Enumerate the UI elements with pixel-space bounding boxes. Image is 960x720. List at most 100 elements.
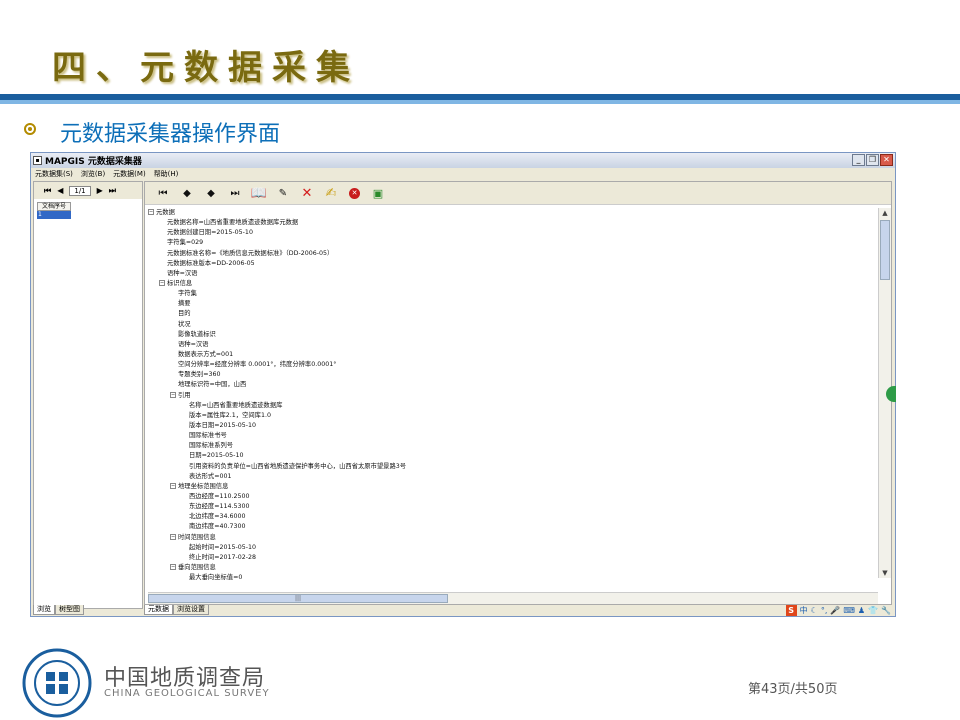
mic-icon[interactable]: 🎤 bbox=[830, 606, 840, 615]
tree-node[interactable]: 名称=山西省重要地质遗迹数据库 bbox=[148, 401, 876, 411]
tree-node[interactable]: − 时间范围信息 bbox=[148, 533, 876, 543]
tree-node[interactable]: 元数据创建日期=2015-05-10 bbox=[148, 228, 876, 238]
open-book-icon[interactable]: 📖 bbox=[249, 184, 269, 202]
tree-node-label: 地理坐标范围信息 bbox=[178, 482, 229, 490]
sogou-icon[interactable]: S bbox=[785, 605, 797, 616]
keyboard-icon[interactable]: ⌨ bbox=[843, 606, 855, 615]
collapse-icon[interactable]: − bbox=[170, 482, 176, 489]
tree-node-label: 终止时间=2017-02-28 bbox=[189, 553, 257, 561]
app-icon[interactable]: ▪ bbox=[33, 156, 42, 165]
tree-node[interactable]: 北边纬度=34.6000 bbox=[148, 512, 876, 522]
tree-node[interactable]: 国际标准系列号 bbox=[148, 441, 876, 451]
collapse-icon[interactable]: − bbox=[170, 563, 176, 570]
tree-node-label: 状况 bbox=[178, 320, 191, 328]
tree-node-label: 版本日期=2015-05-10 bbox=[189, 421, 257, 429]
restore-button[interactable]: ❐ bbox=[866, 154, 879, 166]
tree-node[interactable]: 南边纬度=40.7300 bbox=[148, 522, 876, 532]
collapse-icon[interactable]: − bbox=[170, 533, 176, 540]
punct-icon[interactable]: °, bbox=[821, 606, 828, 615]
tree-node[interactable]: 国际标准书号 bbox=[148, 431, 876, 441]
last-icon[interactable]: ⏭ bbox=[225, 184, 245, 202]
tree-node[interactable]: 最大垂向坐标值=0 bbox=[148, 573, 876, 582]
tree-node[interactable]: 专题类别=360 bbox=[148, 370, 876, 380]
shirt-icon[interactable]: 👕 bbox=[868, 606, 878, 615]
tree-node-label: 东边经度=114.5300 bbox=[189, 503, 250, 511]
collapse-icon[interactable]: − bbox=[170, 391, 176, 398]
tab-browse-settings[interactable]: 浏览设置 bbox=[173, 605, 209, 615]
next-page-icon[interactable]: ▶ bbox=[97, 186, 103, 195]
side-widget-icon[interactable] bbox=[886, 386, 896, 402]
delete-icon[interactable]: ✕ bbox=[297, 184, 317, 202]
scroll-down-icon[interactable]: ▼ bbox=[879, 568, 891, 578]
menu-item-help[interactable]: 帮助(H) bbox=[154, 169, 179, 179]
tree-node[interactable]: 版本日期=2015-05-10 bbox=[148, 421, 876, 431]
collapse-icon[interactable]: − bbox=[159, 279, 165, 286]
menu-item-browse[interactable]: 浏览(B) bbox=[81, 169, 105, 179]
close-button[interactable]: ✕ bbox=[880, 154, 893, 166]
list-item[interactable]: 1 bbox=[37, 211, 71, 219]
menu-item-dataset[interactable]: 元数据集(S) bbox=[35, 169, 73, 179]
metadata-panel: ⏮ ◆ ◆ ⏭ 📖 ✎ ✕ ✍ ✕ ▣ − 元数据 元数据名称=山西省重要地质遗迹数… bbox=[144, 181, 892, 605]
tree-node[interactable]: 元数据标准名称=《地质信息元数据标准》（DD-2006-05） bbox=[148, 249, 876, 259]
column-header[interactable]: 文档序号 bbox=[37, 202, 71, 211]
tree-node-label: 摘要 bbox=[178, 300, 191, 308]
tree-node[interactable]: − 元数据 bbox=[148, 208, 876, 218]
tree-node[interactable]: 字符集 bbox=[148, 289, 876, 299]
page-indicator[interactable]: 1/1 bbox=[69, 185, 91, 196]
minimize-button[interactable]: _ bbox=[852, 154, 865, 166]
tree-node[interactable]: − 标识信息 bbox=[148, 279, 876, 289]
next-icon[interactable]: ◆ bbox=[201, 184, 221, 202]
write-icon[interactable]: ✍ bbox=[321, 184, 341, 202]
menu-item-metadata[interactable]: 元数据(M) bbox=[113, 169, 146, 179]
tree-node-label: 元数据标准版本=DD-2006-05 bbox=[167, 259, 255, 267]
user-icon[interactable]: ♟ bbox=[858, 606, 865, 615]
scroll-up-icon[interactable]: ▲ bbox=[879, 208, 891, 218]
tree-node-label: 专题类别=360 bbox=[178, 371, 221, 379]
tree-node[interactable]: 状况 bbox=[148, 320, 876, 330]
last-page-icon[interactable]: ⏭ bbox=[109, 186, 116, 196]
metadata-tree: − 元数据 元数据名称=山西省重要地质遗迹数据库元数据 元数据创建日期=2015-05… bbox=[148, 208, 876, 582]
tree-node[interactable]: 西边经度=110.2500 bbox=[148, 492, 876, 502]
tree-node[interactable]: 字符集=029 bbox=[148, 238, 876, 248]
tree-node[interactable]: − 地理坐标范围信息 bbox=[148, 482, 876, 492]
scroll-thumb[interactable] bbox=[880, 220, 890, 280]
cgs-logo bbox=[22, 648, 92, 718]
tree-node[interactable]: 表达形式=001 bbox=[148, 472, 876, 482]
tree-node[interactable]: 语种=汉语 bbox=[148, 340, 876, 350]
prev-icon[interactable]: ◆ bbox=[177, 184, 197, 202]
tree-node-label: 语种=汉语 bbox=[167, 269, 198, 277]
tree-node[interactable]: 空间分辨率=经度分辨率 0.0001°，纬度分辨率0.0001° bbox=[148, 360, 876, 370]
tree-node[interactable]: 东边经度=114.5300 bbox=[148, 502, 876, 512]
export-icon[interactable]: ▣ bbox=[368, 184, 388, 202]
wrench-icon[interactable]: 🔧 bbox=[881, 606, 891, 615]
tree-node[interactable]: 摘要 bbox=[148, 299, 876, 309]
tree-node[interactable]: − 引用 bbox=[148, 391, 876, 401]
tree-node[interactable]: 元数据标准版本=DD-2006-05 bbox=[148, 259, 876, 269]
tab-metadata[interactable]: 元数据 bbox=[144, 605, 173, 615]
chinese-mode-icon[interactable]: 中 bbox=[800, 605, 808, 616]
edit-icon[interactable]: ✎ bbox=[273, 184, 293, 202]
tree-node[interactable]: 元数据名称=山西省重要地质遗迹数据库元数据 bbox=[148, 218, 876, 228]
tab-tree[interactable]: 树型图 bbox=[55, 605, 84, 615]
window-titlebar[interactable]: ▪ MAPGIS 元数据采集器 _ ❐ ✕ bbox=[31, 153, 895, 168]
tab-browse[interactable]: 浏览 bbox=[33, 605, 55, 615]
tree-node[interactable]: 影像轨道标识 bbox=[148, 330, 876, 340]
moon-icon[interactable]: ☾ bbox=[811, 606, 818, 615]
collapse-icon[interactable]: − bbox=[148, 209, 154, 215]
tree-node[interactable]: 引用资料的负责单位=山西省地质遗迹保护事务中心，山西省太原市望景路3号 bbox=[148, 462, 876, 472]
hscroll-thumb[interactable]: ||| bbox=[148, 594, 448, 603]
prev-page-icon[interactable]: ◀ bbox=[57, 186, 63, 195]
tree-node[interactable]: − 垂向范围信息 bbox=[148, 563, 876, 573]
tree-node[interactable]: 起始时间=2015-05-10 bbox=[148, 543, 876, 553]
tree-node[interactable]: 终止时间=2017-02-28 bbox=[148, 553, 876, 563]
tree-node[interactable]: 日期=2015-05-10 bbox=[148, 451, 876, 461]
stop-icon[interactable]: ✕ bbox=[349, 187, 360, 199]
tree-node[interactable]: 数据表示方式=001 bbox=[148, 350, 876, 360]
tree-node[interactable]: 目的 bbox=[148, 309, 876, 319]
first-page-icon[interactable]: ⏮ bbox=[44, 186, 51, 196]
tree-node[interactable]: 版本=属性库2.1，空间库1.0 bbox=[148, 411, 876, 421]
first-icon[interactable]: ⏮ bbox=[153, 184, 173, 202]
tree-node[interactable]: 地理标识符=中国，山西 bbox=[148, 380, 876, 390]
tree-node[interactable]: 语种=汉语 bbox=[148, 269, 876, 279]
horizontal-scrollbar[interactable]: ||| bbox=[148, 592, 878, 604]
